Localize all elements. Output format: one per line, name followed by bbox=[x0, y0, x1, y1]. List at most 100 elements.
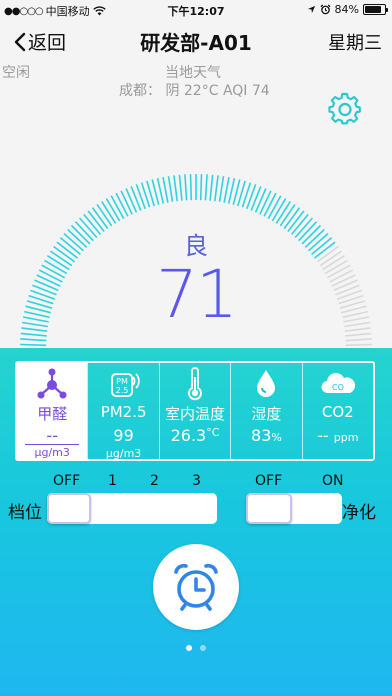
gauge-tick bbox=[105, 198, 121, 222]
speed-slider-thumb[interactable] bbox=[47, 493, 91, 524]
alarm-clock-icon bbox=[174, 563, 218, 611]
metric-co2[interactable]: CO CO2 -- ppm bbox=[301, 363, 373, 459]
purify-label: 净化 bbox=[342, 503, 376, 523]
speed-tick: 2 bbox=[150, 473, 159, 489]
metric-unit: % bbox=[271, 431, 282, 444]
gauge-tick bbox=[209, 174, 214, 201]
purify-toggle-thumb[interactable] bbox=[246, 493, 292, 524]
location-icon bbox=[307, 5, 315, 14]
page-dot-active[interactable] bbox=[186, 645, 192, 651]
gauge-tick bbox=[20, 343, 47, 347]
pm25-icon-bottom: 2.5 bbox=[115, 386, 128, 395]
gauge-tick bbox=[173, 175, 178, 202]
gauge-tick bbox=[241, 182, 252, 208]
thermometer-icon bbox=[188, 367, 202, 401]
weather-summary: 成都： 阴 22°C AQI 74 bbox=[119, 83, 270, 99]
cloud-co2-icon: CO bbox=[321, 373, 355, 394]
gauge-tick bbox=[218, 176, 225, 202]
gauge-tick bbox=[96, 203, 113, 227]
gauge-tick bbox=[259, 190, 272, 215]
alarm-status-icon bbox=[320, 4, 331, 15]
purify-tick-labels: OFF ON bbox=[252, 473, 352, 489]
gauge-tick bbox=[20, 332, 47, 337]
gauge-tick bbox=[204, 174, 208, 201]
speed-slider[interactable] bbox=[47, 493, 217, 524]
purify-off-label: OFF bbox=[255, 473, 283, 489]
metric-unit: μg/m3 bbox=[25, 444, 80, 459]
gear-icon[interactable] bbox=[328, 92, 362, 126]
gauge-tick bbox=[267, 195, 282, 219]
metric-humidity[interactable]: 湿度 83% bbox=[230, 363, 301, 459]
molecule-icon bbox=[37, 368, 67, 399]
gauge-tick bbox=[227, 178, 236, 204]
water-drop-icon bbox=[257, 370, 276, 397]
weekday-label: 星期三 bbox=[328, 33, 382, 54]
gauge-tick bbox=[232, 179, 241, 205]
speed-tick: 1 bbox=[108, 473, 117, 489]
speed-tick: OFF bbox=[53, 473, 81, 489]
metric-value: 99 bbox=[113, 426, 134, 445]
purify-on-label: ON bbox=[322, 473, 344, 489]
co2-icon-text: CO bbox=[332, 383, 344, 392]
status-bar: ●●○○○ 中国移动 下午12:07 84% bbox=[0, 0, 392, 20]
metric-temperature[interactable]: 室内温度 26.3°C bbox=[158, 363, 230, 459]
gauge-tick bbox=[115, 192, 129, 217]
gauge-tick bbox=[184, 174, 188, 201]
gauge-tick bbox=[345, 338, 372, 342]
gauge-tick bbox=[254, 188, 267, 213]
metric-formaldehyde[interactable]: 甲醛 -- μg/m3 bbox=[17, 363, 88, 459]
gauge-tick bbox=[120, 190, 133, 215]
gauge-tick bbox=[263, 192, 277, 217]
page-indicator bbox=[0, 645, 392, 651]
control-area: 甲醛 -- μg/m3 PM 2.5 PM2.5 99 μg/m3 室内温度 2… bbox=[0, 348, 392, 696]
aqi-value: 71 bbox=[0, 256, 392, 333]
gauge-tick bbox=[250, 186, 262, 211]
battery-percent: 84% bbox=[334, 3, 359, 16]
gauge-tick bbox=[110, 195, 125, 219]
metric-value: -- bbox=[46, 426, 58, 445]
gauge-tick bbox=[146, 180, 155, 207]
pm25-icon: PM 2.5 bbox=[110, 373, 140, 397]
gauge-tick bbox=[162, 176, 169, 203]
gauge-tick bbox=[20, 338, 47, 342]
timer-button[interactable] bbox=[153, 544, 239, 630]
gauge-tick bbox=[246, 184, 257, 210]
metric-name: 湿度 bbox=[251, 405, 282, 423]
page-dot[interactable] bbox=[200, 645, 206, 651]
metric-name: 室内温度 bbox=[165, 405, 226, 423]
metric-name: PM2.5 bbox=[100, 403, 147, 421]
gauge-tick bbox=[279, 203, 296, 227]
gauge-tick bbox=[199, 174, 203, 201]
pm25-icon-top: PM bbox=[116, 377, 128, 386]
metric-unit: μg/m3 bbox=[105, 447, 142, 460]
gauge-tick bbox=[151, 179, 160, 205]
chevron-left-icon bbox=[14, 32, 26, 51]
metric-pm25[interactable]: PM 2.5 PM2.5 99 μg/m3 bbox=[87, 363, 158, 460]
speed-tick-labels: OFF 1 2 3 bbox=[52, 473, 212, 489]
gauge-tick bbox=[223, 176, 230, 203]
gauge-tick bbox=[125, 188, 138, 213]
status-right: 84% bbox=[307, 3, 388, 16]
purify-toggle[interactable] bbox=[246, 493, 342, 524]
metric-value: -- bbox=[317, 426, 329, 445]
gauge-tick bbox=[271, 198, 287, 222]
gauge-tick bbox=[345, 343, 372, 347]
gauge-tick bbox=[130, 186, 142, 211]
back-button[interactable]: 返回 bbox=[14, 28, 66, 55]
gauge-tick bbox=[237, 180, 246, 207]
speed-label: 档位 bbox=[8, 503, 42, 523]
battery-icon bbox=[363, 4, 388, 15]
gauge-tick bbox=[345, 332, 372, 337]
gauge-tick bbox=[275, 200, 291, 224]
metric-name: 甲醛 bbox=[37, 405, 68, 423]
gauge-tick bbox=[214, 175, 219, 202]
metric-value: 26.3 bbox=[170, 426, 207, 445]
metric-name: CO2 bbox=[321, 403, 354, 421]
gauge-tick bbox=[189, 174, 193, 201]
metrics-panel: 甲醛 -- μg/m3 PM 2.5 PM2.5 99 μg/m3 室内温度 2… bbox=[15, 361, 375, 461]
gauge-tick bbox=[156, 178, 165, 204]
speed-tick: 3 bbox=[192, 473, 201, 489]
gauge-tick bbox=[178, 174, 183, 201]
metric-unit: ppm bbox=[333, 431, 359, 444]
metric-unit: °C bbox=[206, 426, 220, 439]
